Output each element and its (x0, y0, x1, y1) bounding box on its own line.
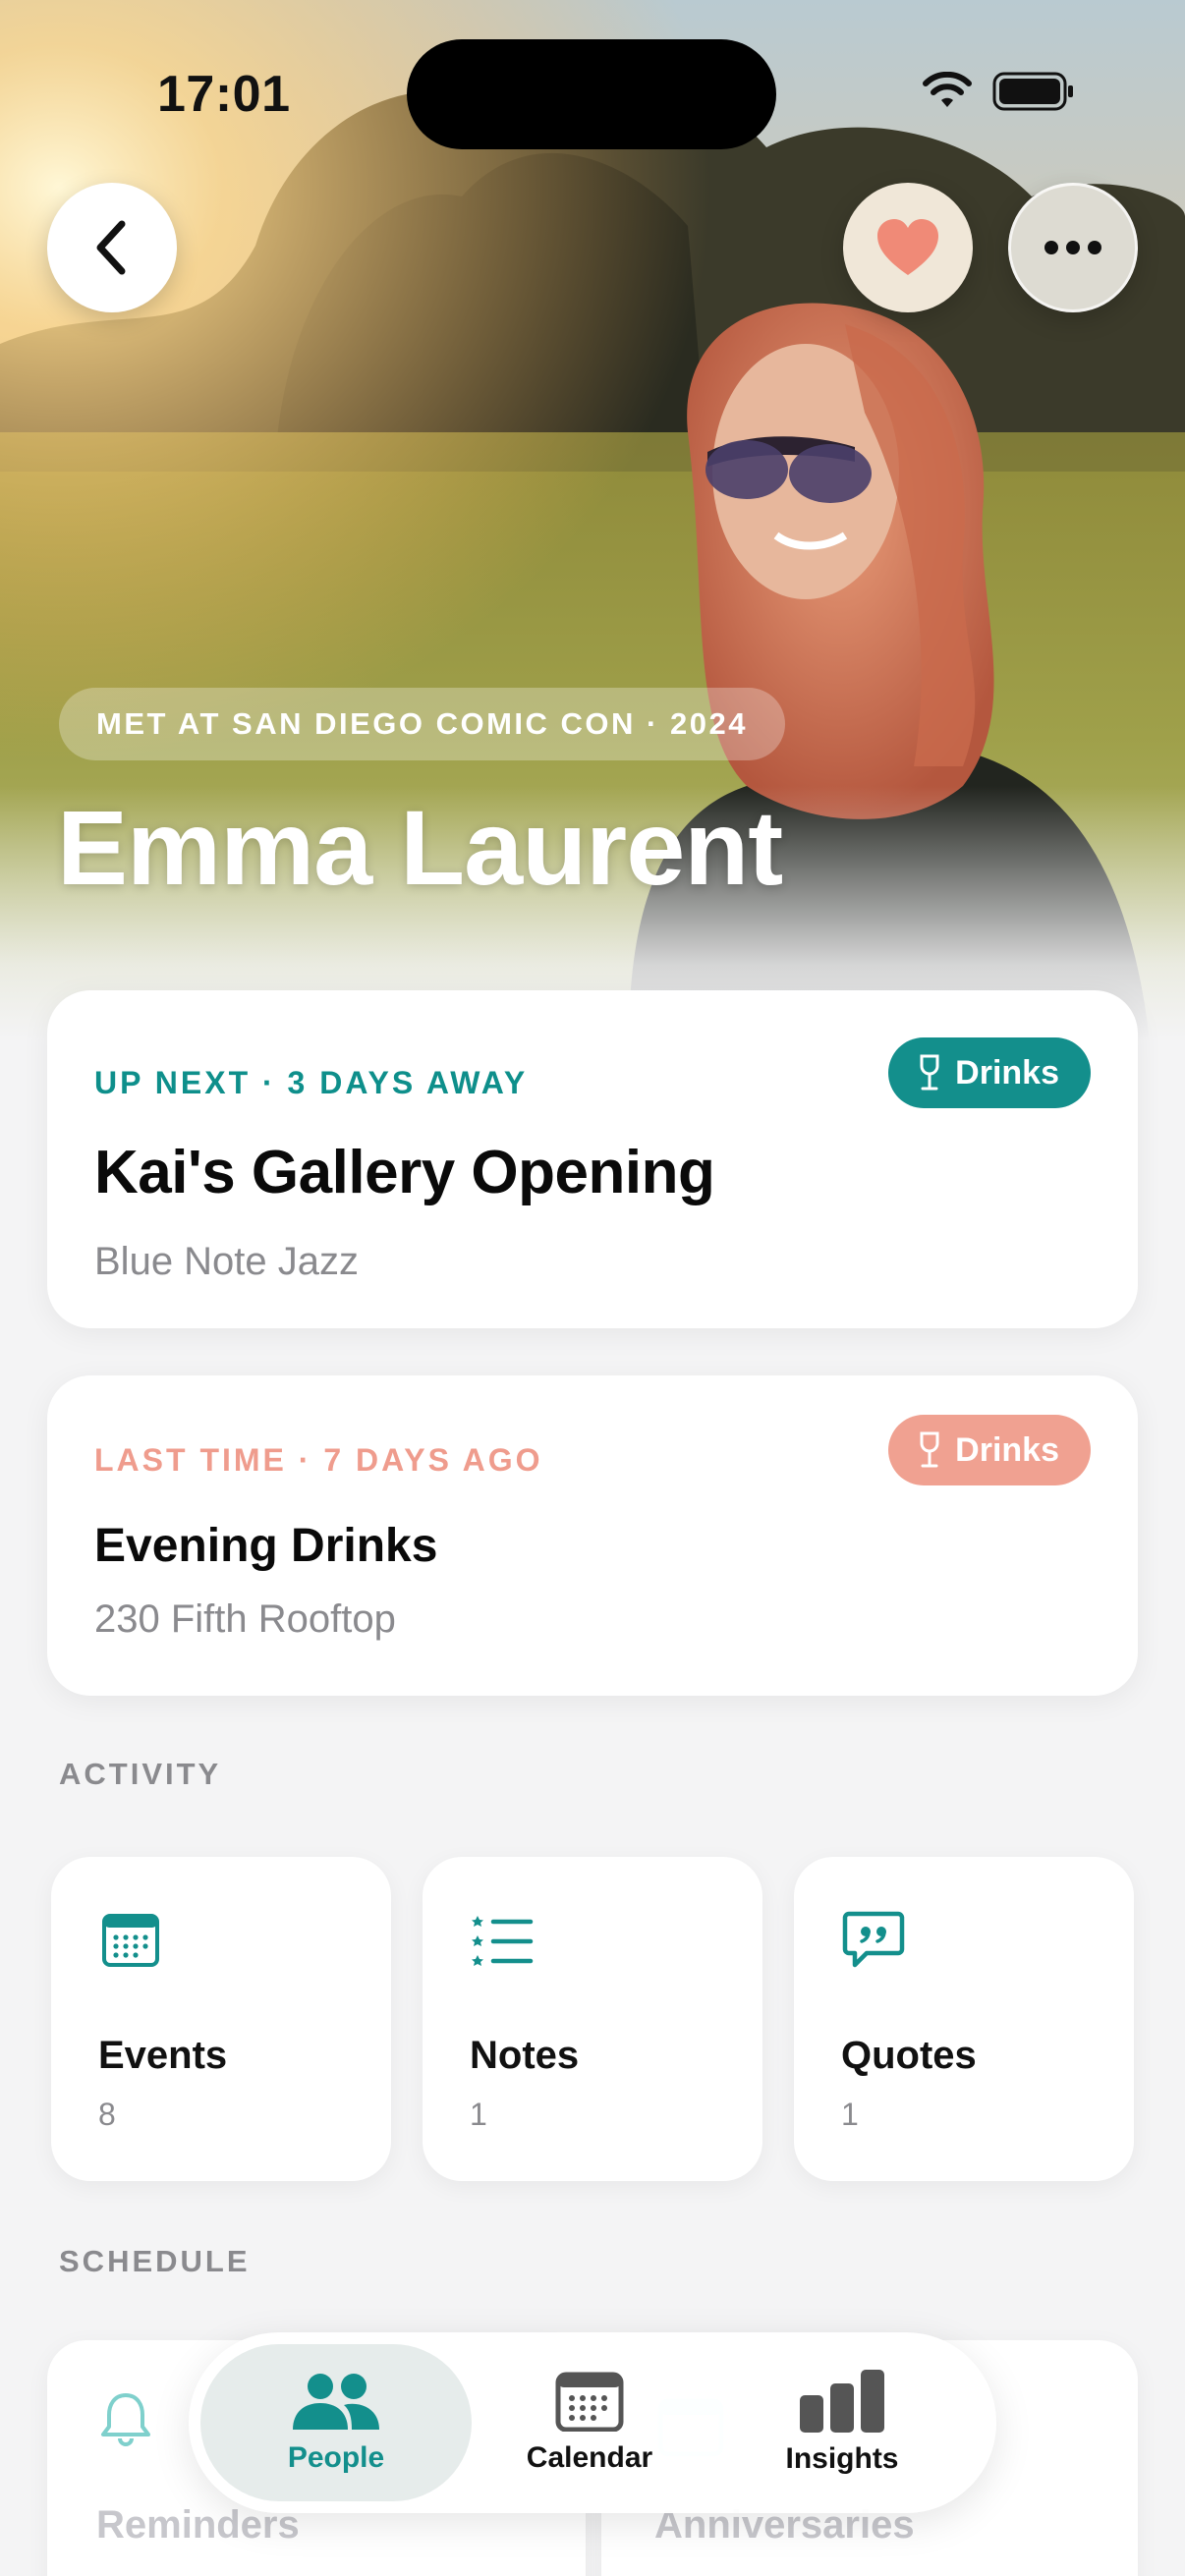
up-next-card[interactable]: UP NEXT · 3 DAYS AWAY Drinks Kai's Galle… (47, 990, 1138, 1328)
tab-insights-label: Insights (785, 2442, 899, 2475)
last-time-tag: Drinks (888, 1415, 1091, 1485)
last-time-card[interactable]: LAST TIME · 7 DAYS AGO Drinks Evening Dr… (47, 1375, 1138, 1696)
calendar-icon (102, 1914, 159, 1967)
bar-chart-icon (800, 2370, 884, 2433)
tab-insights[interactable]: Insights (709, 2344, 975, 2501)
schedule-section-label: SCHEDULE (59, 2244, 251, 2278)
notes-label: Notes (470, 2034, 580, 2077)
quote-bubble-icon (842, 1911, 905, 1968)
up-next-title: Kai's Gallery Opening (94, 1139, 715, 1206)
calendar-icon (555, 2372, 624, 2432)
dynamic-island (407, 39, 776, 149)
notes-count: 1 (470, 2097, 487, 2132)
tab-calendar[interactable]: Calendar (474, 2344, 705, 2501)
favorite-button[interactable] (843, 183, 973, 312)
status-bar: 17:01 (0, 0, 1185, 149)
chevron-left-icon (96, 220, 126, 275)
more-options-button[interactable] (1008, 183, 1138, 312)
bell-icon (101, 2393, 150, 2446)
people-icon (293, 2374, 379, 2430)
tab-people[interactable]: People (200, 2344, 472, 2501)
last-time-location: 230 Fifth Rooftop (94, 1597, 396, 1641)
last-time-tag-label: Drinks (955, 1430, 1059, 1469)
battery-icon (992, 72, 1073, 111)
quotes-count: 1 (841, 2097, 859, 2132)
hero-header: 17:01 MET AT SAN DIEGO COMIC CON · 2024 … (0, 0, 1185, 1041)
wine-glass-icon (920, 1054, 939, 1091)
last-time-title: Evening Drinks (94, 1520, 438, 1572)
status-time: 17:01 (157, 66, 291, 123)
up-next-location: Blue Note Jazz (94, 1240, 360, 1283)
met-at-badge: MET AT SAN DIEGO COMIC CON · 2024 (59, 688, 785, 760)
tab-calendar-label: Calendar (526, 2441, 653, 2474)
up-next-eyebrow: UP NEXT · 3 DAYS AWAY (94, 1065, 529, 1100)
tab-people-label: People (287, 2441, 385, 2474)
events-stat-card[interactable]: Events 8 (51, 1857, 391, 2181)
wifi-icon (923, 72, 972, 107)
wine-glass-icon (920, 1431, 939, 1468)
list-icon (472, 1916, 534, 1966)
up-next-tag: Drinks (888, 1037, 1091, 1108)
status-icons (922, 71, 1075, 112)
events-label: Events (98, 2034, 228, 2077)
last-time-eyebrow: LAST TIME · 7 DAYS AGO (94, 1442, 543, 1478)
contact-name: Emma Laurent (57, 788, 783, 907)
tab-bar: People Calendar Insights (189, 2332, 996, 2513)
quotes-label: Quotes (841, 2034, 977, 2077)
heart-icon (877, 219, 938, 275)
notes-stat-card[interactable]: Notes 1 (423, 1857, 762, 2181)
activity-section-label: ACTIVITY (59, 1757, 222, 1791)
quotes-stat-card[interactable]: Quotes 1 (794, 1857, 1134, 2181)
ellipsis-icon (1044, 241, 1101, 254)
up-next-tag-label: Drinks (955, 1053, 1059, 1092)
events-count: 8 (98, 2097, 116, 2132)
back-button[interactable] (47, 183, 177, 312)
